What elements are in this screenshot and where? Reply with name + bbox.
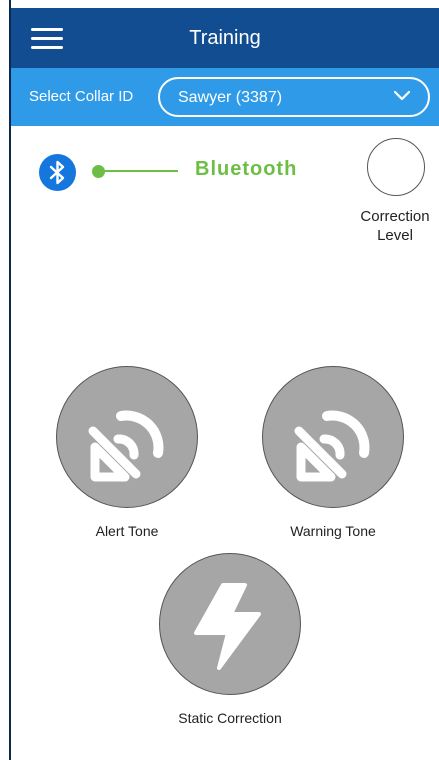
alert-tone-label: Alert Tone: [95, 523, 159, 539]
top-border: [0, 0, 439, 8]
alert-tone-button[interactable]: [56, 366, 198, 508]
collar-select-label: Select Collar ID: [29, 88, 134, 105]
bluetooth-callout-label: Bluetooth: [195, 158, 298, 180]
static-correction-button[interactable]: [159, 553, 301, 695]
app-header: Training: [11, 8, 439, 68]
tone-icon: [88, 410, 164, 482]
callout-line: [102, 170, 178, 172]
tone-icon: [294, 410, 370, 482]
collar-selected-value: Sawyer (3387): [178, 89, 283, 106]
lightning-bolt-icon: [194, 583, 261, 670]
collar-id-dropdown[interactable]: Sawyer (3387): [158, 77, 430, 117]
page-title: Training: [189, 27, 261, 49]
warning-tone-button[interactable]: [262, 366, 404, 508]
static-correction-label: Static Correction: [178, 710, 282, 726]
left-border: [0, 0, 11, 760]
chevron-down-icon: [394, 90, 410, 101]
correction-level-indicator[interactable]: [367, 138, 425, 196]
correction-level-label: Correction Level: [360, 208, 430, 244]
collar-selector-bar: Select Collar ID Sawyer (3387): [11, 68, 439, 126]
warning-tone-label: Warning Tone: [290, 523, 376, 539]
bluetooth-icon[interactable]: [39, 154, 76, 191]
